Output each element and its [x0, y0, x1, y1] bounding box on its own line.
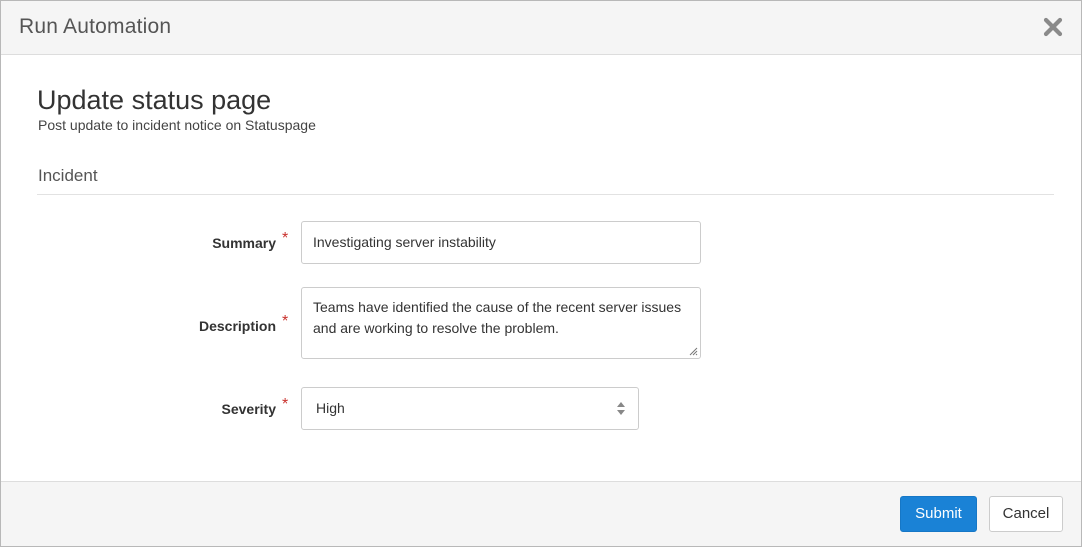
description-required-marker: * [282, 313, 289, 330]
severity-select[interactable]: High [301, 387, 639, 430]
summary-input[interactable]: Investigating server instability [301, 221, 701, 264]
automation-title: Update status page [37, 85, 272, 115]
description-value: Teams have identified the cause of the r… [313, 299, 682, 336]
dialog-title: Run Automation [19, 15, 172, 38]
close-icon [1043, 17, 1063, 37]
summary-value: Investigating server instability [313, 234, 496, 250]
run-automation-dialog: Run Automation Update status page Post u… [0, 0, 1082, 547]
description-textarea[interactable]: Teams have identified the cause of the r… [301, 287, 701, 359]
submit-button[interactable]: Submit [900, 496, 977, 532]
updown-arrows-icon [617, 402, 625, 415]
severity-required-marker: * [282, 396, 289, 413]
resize-grip-icon[interactable] [689, 347, 698, 356]
section-title: Incident [38, 166, 98, 185]
description-label: Description [198, 318, 276, 334]
cancel-button[interactable]: Cancel [989, 496, 1063, 532]
summary-required-marker: * [282, 230, 289, 247]
severity-selected-value: High [316, 400, 345, 416]
severity-label: Severity [221, 401, 276, 417]
summary-label: Summary [212, 235, 276, 251]
dialog-footer: Submit Cancel [1, 481, 1081, 546]
section-divider [37, 194, 1054, 195]
dialog-body: Update status page Post update to incide… [1, 55, 1081, 480]
dialog-header: Run Automation [1, 1, 1081, 55]
automation-description: Post update to incident notice on Status… [38, 117, 316, 133]
close-button[interactable] [1041, 15, 1065, 39]
